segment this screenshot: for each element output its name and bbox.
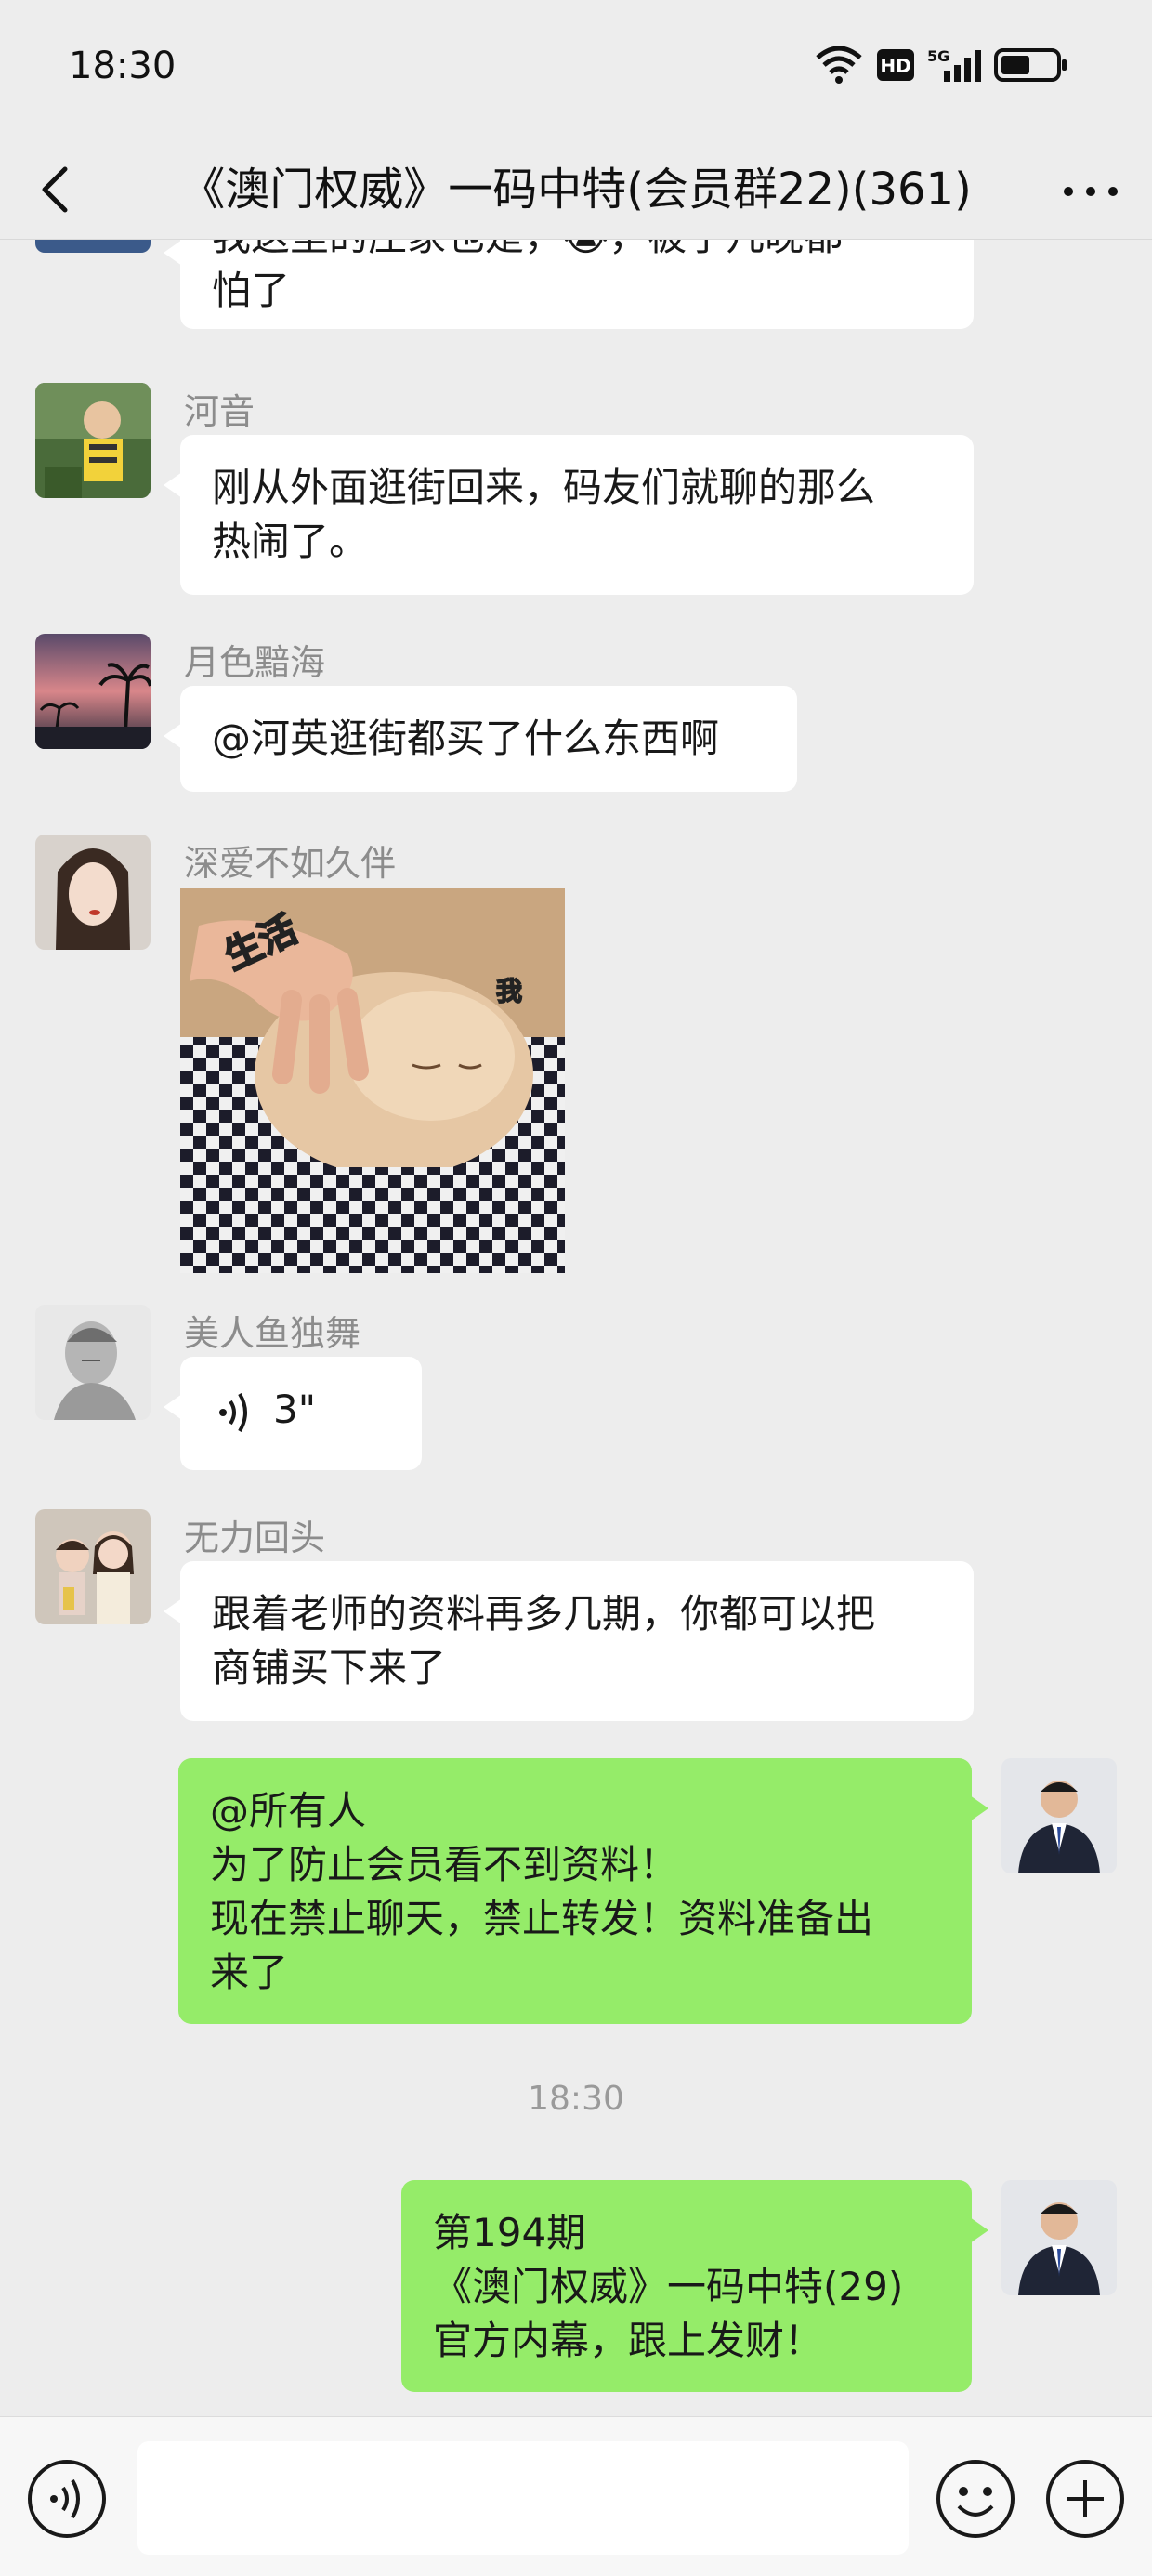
message-text-line: @所有人 bbox=[210, 1788, 367, 1833]
message-item: 无力回头 跟着老师的资料再多几期，你都可以把 商铺买下来了 bbox=[0, 1509, 1152, 1732]
sender-name: 深爱不如久伴 bbox=[184, 843, 397, 884]
message-text-line: 跟着老师的资料再多几期，你都可以把 bbox=[212, 1591, 876, 1636]
emoji-button[interactable] bbox=[935, 2458, 1016, 2540]
message-input[interactable] bbox=[137, 2441, 909, 2555]
message-item: 河音 刚从外面逛街回来，码友们就聊的那么 热闹了。 bbox=[0, 383, 1152, 595]
more-options-button[interactable] bbox=[1054, 165, 1128, 217]
avatar[interactable] bbox=[35, 383, 151, 498]
status-icons: HD 5G bbox=[814, 43, 1068, 87]
message-text-line: 《澳门权威》一码中特(29) bbox=[433, 2264, 904, 2309]
message-bubble[interactable]: 第194期 《澳门权威》一码中特(29) 官方内幕，跟上发财！ bbox=[401, 2180, 988, 2392]
chat-title: 《澳门权威》一码中特(会员群22)(361) bbox=[180, 164, 972, 216]
sender-name: 无力回头 bbox=[184, 1518, 326, 1558]
message-bubble[interactable]: 我这里的庄家也是，😭，被了几晚都 怕了 bbox=[164, 240, 974, 329]
voice-wave-icon bbox=[219, 1392, 247, 1433]
avatar-image bbox=[1001, 2180, 1117, 2295]
avatar-image bbox=[35, 383, 151, 498]
avatar[interactable] bbox=[35, 634, 151, 749]
message-text-line: @河英逛街都买了什么东西啊 bbox=[212, 716, 720, 761]
avatar[interactable] bbox=[35, 240, 151, 253]
sender-name: 美人鱼独舞 bbox=[184, 1313, 361, 1354]
voice-message-bubble[interactable]: 3" bbox=[164, 1357, 422, 1470]
avatar-image bbox=[35, 1509, 151, 1624]
status-bar: 18:30 HD 5G bbox=[0, 0, 1152, 139]
avatar[interactable] bbox=[35, 1509, 151, 1624]
status-time: 18:30 bbox=[69, 45, 177, 87]
sender-name: 河音 bbox=[184, 391, 255, 432]
message-item-self: @所有人 为了防止会员看不到资料！ 现在禁止聊天，禁止转发！资料准备出 来了 bbox=[0, 1758, 1152, 2037]
chat-message-list[interactable]: 我这里的庄家也是，😭，被了几晚都 怕了 河音 刚从外面逛街回来，码友们就聊的那么… bbox=[0, 240, 1152, 2416]
avatar-image bbox=[35, 634, 151, 749]
message-bubble[interactable]: 刚从外面逛街回来，码友们就聊的那么 热闹了。 bbox=[164, 435, 974, 595]
avatar-self[interactable] bbox=[1001, 2180, 1117, 2295]
message-text-line: 第194期 bbox=[433, 2210, 586, 2255]
message-text-line: 怕了 bbox=[212, 268, 291, 313]
5g-badge-text: 5G bbox=[927, 47, 949, 65]
avatar-image bbox=[35, 835, 151, 950]
message-text-line: 为了防止会员看不到资料！ bbox=[210, 1842, 679, 1887]
battery-icon bbox=[994, 48, 1067, 82]
message-bubble[interactable]: 跟着老师的资料再多几期，你都可以把 商铺买下来了 bbox=[164, 1561, 974, 1721]
message-text-line: 商铺买下来了 bbox=[212, 1645, 447, 1690]
message-text-line: 现在禁止聊天，禁止转发！资料准备出 bbox=[210, 1896, 874, 1941]
cat-photo: 生活 我 bbox=[180, 888, 565, 1273]
message-text-line: 我这里的庄家也是，😭，被了几晚都 bbox=[212, 240, 942, 264]
avatar-self[interactable] bbox=[1001, 1758, 1117, 1873]
message-bubble[interactable]: @所有人 为了防止会员看不到资料！ 现在禁止聊天，禁止转发！资料准备出 来了 bbox=[178, 1758, 988, 2024]
chat-header: 《澳门权威》一码中特(会员群22)(361) bbox=[0, 139, 1152, 240]
more-functions-button[interactable] bbox=[1044, 2458, 1126, 2540]
message-item: 我这里的庄家也是，😭，被了几晚都 怕了 bbox=[0, 240, 1152, 351]
message-text-line: 热闹了。 bbox=[212, 519, 369, 564]
message-text-line: 官方内幕，跟上发财！ bbox=[433, 2318, 824, 2363]
message-text-line: 刚从外面逛街回来，码友们就聊的那么 bbox=[212, 465, 876, 510]
message-item: 美人鱼独舞 3" bbox=[0, 1305, 1152, 1481]
message-item: 月色黯海 @河英逛街都买了什么东西啊 bbox=[0, 634, 1152, 792]
message-bubble[interactable]: @河英逛街都买了什么东西啊 bbox=[164, 686, 797, 792]
avatar-image bbox=[1001, 1758, 1117, 1873]
sender-name: 月色黯海 bbox=[184, 642, 326, 683]
message-item: 深爱不如久伴 生活 我 bbox=[0, 835, 1152, 1281]
hd-badge-text: HD bbox=[880, 55, 910, 77]
voice-input-button[interactable] bbox=[26, 2458, 108, 2540]
avatar-image bbox=[35, 1305, 151, 1420]
hd-icon: HD bbox=[877, 49, 914, 81]
back-button[interactable] bbox=[28, 160, 87, 219]
signal-5g-icon: 5G bbox=[927, 47, 981, 82]
message-text-line: 来了 bbox=[210, 1950, 289, 1995]
input-bar bbox=[0, 2416, 1152, 2576]
avatar[interactable] bbox=[35, 835, 151, 950]
message-item-self: 第194期 《澳门权威》一码中特(29) 官方内幕，跟上发财！ bbox=[0, 2180, 1152, 2403]
avatar[interactable] bbox=[35, 1305, 151, 1420]
image-caption: 我 bbox=[496, 976, 522, 1006]
wifi-icon bbox=[816, 46, 862, 84]
message-timestamp: 18:30 bbox=[528, 2080, 624, 2118]
image-message[interactable]: 生活 我 bbox=[180, 888, 565, 1273]
voice-duration: 3" bbox=[273, 1387, 317, 1432]
